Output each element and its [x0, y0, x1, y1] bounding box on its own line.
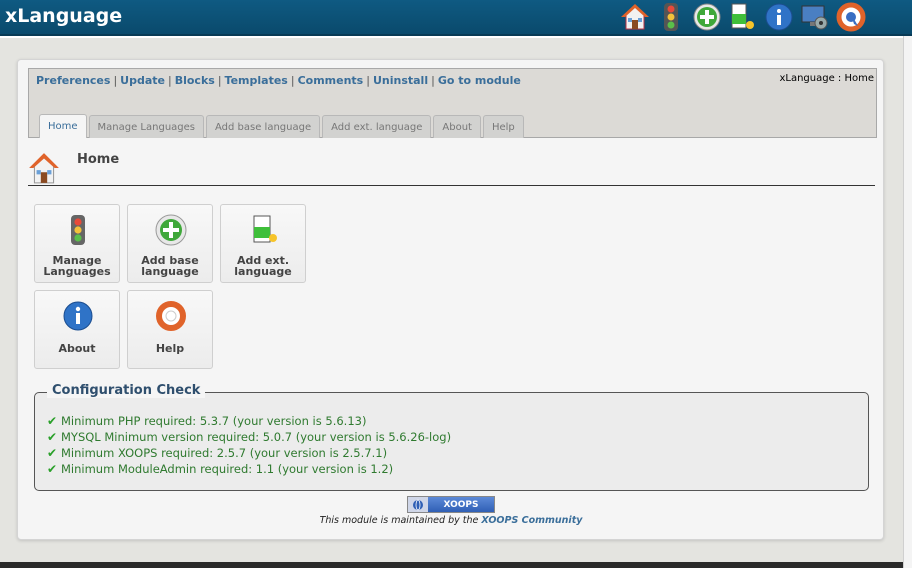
config-check-list: ✔ Minimum PHP required: 5.3.7 (your versi…	[47, 413, 451, 477]
add-base-language-button[interactable]: Add base language	[127, 204, 213, 283]
home-icon[interactable]	[618, 1, 652, 33]
manage-languages-button[interactable]: Manage Languages	[34, 204, 120, 283]
info-icon	[63, 301, 93, 331]
config-check-item: ✔ Minimum XOOPS required: 2.5.7 (your ver…	[47, 446, 388, 460]
top-header-bar: xLanguage	[0, 0, 912, 36]
about-button[interactable]: About	[34, 290, 120, 369]
add-language-icon	[253, 215, 277, 243]
separator: |	[113, 74, 118, 87]
link-uninstall[interactable]: Uninstall	[373, 74, 428, 87]
admin-links: Preferences | Update | Blocks | Templates | Comm…	[36, 74, 521, 87]
page-title: Home	[77, 152, 120, 167]
tile-label: Help	[155, 342, 185, 355]
check-icon: ✔	[47, 446, 58, 460]
admin-nav-box: Preferences | Update | Blocks | Templates | Comm…	[28, 68, 877, 138]
link-go-to-module[interactable]: Go to module	[438, 74, 521, 87]
toolbar-icons	[618, 0, 870, 34]
help-icon	[156, 301, 186, 331]
link-templates[interactable]: Templates	[225, 74, 288, 87]
add-ext-language-button[interactable]: Add ext. language	[220, 204, 306, 283]
separator: |	[431, 74, 435, 87]
maintainer-note: This module is maintained by the XOOPS C…	[319, 515, 583, 526]
traffic-light-icon	[71, 215, 85, 245]
config-check-item: ✔ Minimum ModuleAdmin required: 1.1 (your…	[47, 462, 394, 476]
separator: |	[168, 74, 172, 87]
configuration-check-legend: Configuration Check	[47, 383, 206, 398]
settings-icon[interactable]	[798, 1, 832, 33]
config-check-item: ✔ MYSQL Minimum version required: 5.0.7 (…	[47, 430, 452, 444]
tile-label: About	[58, 342, 96, 355]
tile-label: Add ext. language	[234, 254, 292, 278]
app-title: xLanguage	[5, 5, 123, 27]
xoops-badge-label: XOOPS	[443, 499, 479, 510]
traffic-light-icon[interactable]	[654, 1, 688, 33]
tile-label: Add base language	[141, 254, 199, 278]
background-page-edge	[903, 36, 912, 568]
tab-add-base-language[interactable]: Add base language	[206, 115, 321, 138]
home-icon	[29, 153, 59, 184]
link-update[interactable]: Update	[120, 74, 165, 87]
globe-icon	[408, 497, 428, 512]
separator: |	[217, 74, 222, 87]
xoops-badge[interactable]: XOOPS	[407, 496, 495, 513]
xoops-community-link[interactable]: XOOPS Community	[481, 515, 582, 526]
check-icon: ✔	[47, 430, 58, 444]
add-icon[interactable]	[690, 1, 724, 33]
bottom-bar	[0, 562, 903, 568]
tab-about[interactable]: About	[433, 115, 481, 138]
tab-home[interactable]: Home	[39, 114, 87, 138]
info-icon[interactable]	[762, 1, 796, 33]
check-icon: ✔	[47, 462, 58, 476]
separator: |	[366, 74, 370, 87]
page-heading: Home	[28, 150, 875, 186]
config-check-item: ✔ Minimum PHP required: 5.3.7 (your versi…	[47, 414, 367, 428]
check-icon: ✔	[47, 414, 58, 428]
link-comments[interactable]: Comments	[298, 74, 364, 87]
tab-add-ext-language[interactable]: Add ext. language	[322, 115, 432, 138]
add-icon	[155, 214, 187, 246]
add-language-icon[interactable]	[726, 1, 760, 33]
breadcrumb: xLanguage : Home	[779, 73, 874, 84]
link-blocks[interactable]: Blocks	[175, 74, 215, 87]
link-preferences[interactable]: Preferences	[36, 74, 110, 87]
tab-help[interactable]: Help	[482, 115, 524, 138]
tab-bar: Home Manage Languages Add base language …	[39, 114, 526, 138]
help-icon[interactable]	[834, 1, 868, 33]
tile-label: Manage Languages	[43, 254, 111, 278]
tab-manage-languages[interactable]: Manage Languages	[88, 115, 204, 138]
help-button[interactable]: Help	[127, 290, 213, 369]
separator: |	[290, 74, 295, 87]
